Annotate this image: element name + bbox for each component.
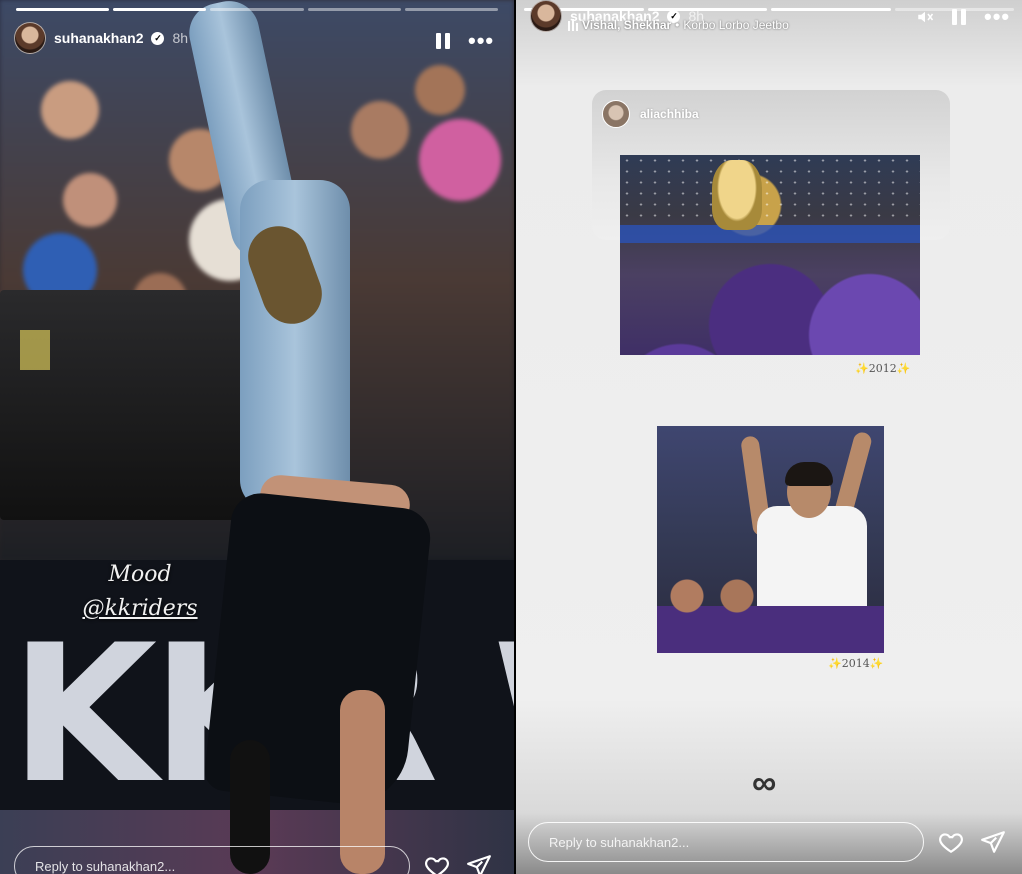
- repost-avatar[interactable]: [602, 100, 630, 128]
- username[interactable]: suhanakhan2: [54, 30, 143, 46]
- pause-icon[interactable]: [952, 9, 966, 25]
- mute-icon[interactable]: [916, 8, 934, 26]
- photo-2012-trophy: [620, 155, 920, 355]
- trophy: [712, 160, 762, 230]
- photo-2014-celebration: [657, 426, 884, 653]
- stories-viewer: KKR WON Mood @kkriders suhanakhan2 ✓: [0, 0, 1022, 874]
- story-controls: •••: [916, 6, 1010, 28]
- verified-icon: ✓: [151, 31, 165, 45]
- caption-mention-link[interactable]: @kkriders: [80, 592, 200, 626]
- avatar[interactable]: [530, 0, 562, 32]
- reply-input[interactable]: Reply to suhanakhan2...: [14, 846, 410, 874]
- music-bars-icon: [568, 19, 578, 31]
- more-options-icon[interactable]: •••: [468, 30, 494, 52]
- story-header: suhanakhan2 ✓ 8h: [14, 22, 188, 54]
- repost-username[interactable]: aliachhiba: [640, 107, 699, 121]
- progress-segment: [113, 8, 207, 11]
- story-caption: Mood @kkriders: [80, 558, 200, 626]
- avatar[interactable]: [14, 22, 46, 54]
- send-icon[interactable]: [980, 829, 1006, 855]
- repost-header: aliachhiba: [602, 100, 699, 128]
- reply-bar: Reply to suhanakhan2...: [528, 822, 1006, 862]
- pause-icon[interactable]: [436, 33, 450, 49]
- caption-2014: ✨2014✨: [828, 657, 884, 670]
- heart-icon[interactable]: [424, 853, 450, 874]
- heart-icon[interactable]: [938, 829, 964, 855]
- reply-input[interactable]: Reply to suhanakhan2...: [528, 822, 924, 862]
- music-separator: •: [675, 18, 680, 32]
- progress-segment: [307, 8, 401, 11]
- music-title: Korbo Lorbo Jeetbo: [683, 18, 789, 32]
- progress-segment: [404, 8, 499, 11]
- progress-segment: [16, 8, 110, 11]
- story-left[interactable]: KKR WON Mood @kkriders suhanakhan2 ✓: [0, 0, 514, 874]
- handstand-person: [183, 0, 434, 874]
- reply-bar: Reply to suhanakhan2...: [14, 846, 492, 874]
- infinity-sticker: ∞: [752, 764, 777, 802]
- progress-segment: [210, 8, 304, 11]
- story-progress-bar: [16, 8, 499, 11]
- caption-2012: ✨2012✨: [855, 362, 911, 375]
- progress-segment: [771, 8, 891, 11]
- more-options-icon[interactable]: •••: [984, 6, 1010, 28]
- post-time: 8h: [172, 30, 189, 46]
- music-artist: Vishal, Shekhar: [582, 18, 672, 32]
- story-right[interactable]: suhanakhan2 ✓ 8h Vishal, Shekhar • Korbo…: [516, 0, 1022, 874]
- caption-mood: Mood: [108, 562, 172, 587]
- music-info[interactable]: Vishal, Shekhar • Korbo Lorbo Jeetbo: [568, 18, 789, 32]
- story-controls: •••: [436, 30, 494, 52]
- send-icon[interactable]: [466, 853, 492, 874]
